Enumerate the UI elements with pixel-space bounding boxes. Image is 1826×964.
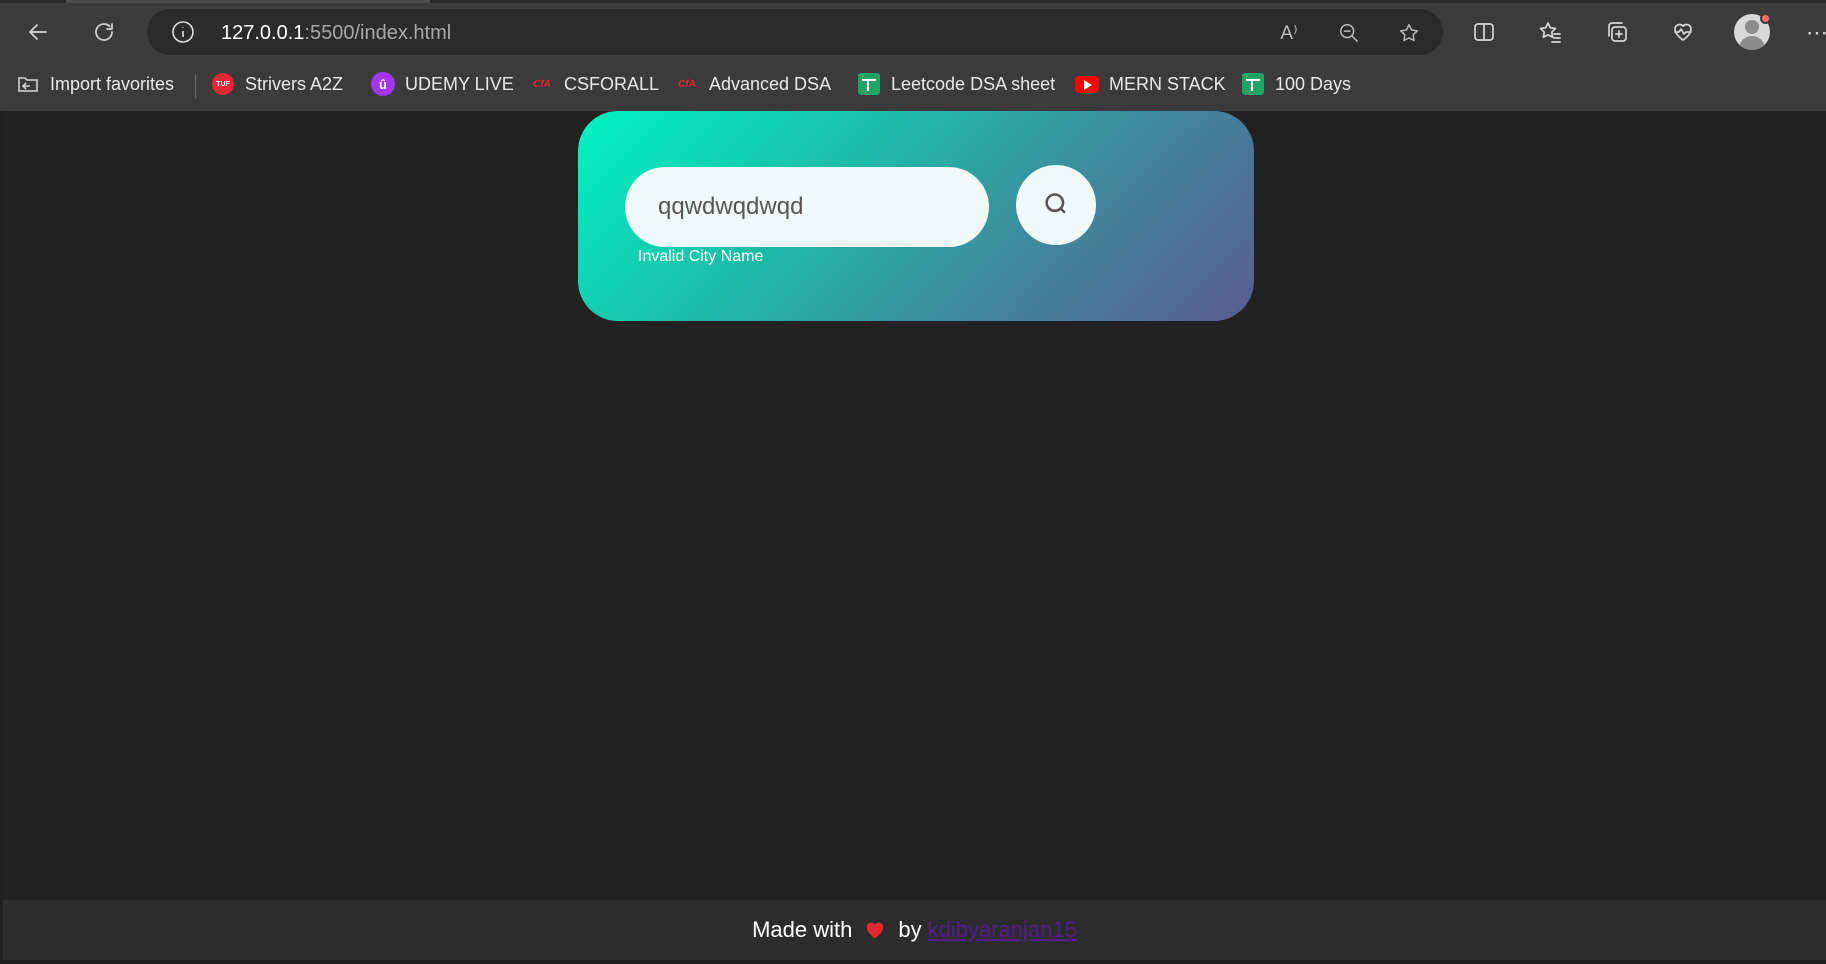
favorite-label: CSFORALL [564, 73, 660, 94]
url-text[interactable]: 127.0.0.1:5500/index.html [221, 22, 451, 45]
avatar-body [1739, 36, 1765, 50]
error-message: Invalid City Name [638, 248, 764, 265]
back-arrow-icon [29, 24, 47, 40]
star-icon [1400, 24, 1418, 42]
favorite-csforall[interactable]: CfA CSFORALL [530, 68, 659, 100]
heart-pulse-icon [1674, 23, 1692, 41]
favorite-strivers[interactable]: TUF Strivers A2Z [211, 68, 343, 100]
site-info-icon[interactable] [171, 20, 195, 44]
author-link[interactable]: kdibyaranjan15 [928, 917, 1077, 943]
google-sheets-icon [857, 72, 881, 96]
browser-essentials-button[interactable] [1663, 12, 1703, 52]
browser-chrome: 127.0.0.1:5500/index.html A⁾ ⋯ Import fa… [0, 0, 1826, 111]
favorite-label: Advanced DSA [709, 73, 832, 94]
favorite-label: Strivers A2Z [245, 73, 344, 94]
search-button[interactable] [1016, 165, 1096, 245]
refresh-button[interactable] [84, 12, 124, 52]
url-path: :5500/index.html [304, 22, 452, 44]
back-button[interactable] [18, 12, 58, 52]
favorite-label: Import favorites [50, 73, 175, 94]
youtube-icon [1075, 72, 1099, 96]
collections-button[interactable] [1597, 12, 1637, 52]
browser-toolbar: 127.0.0.1:5500/index.html A⁾ ⋯ [0, 6, 1826, 58]
address-bar[interactable]: 127.0.0.1:5500/index.html A⁾ [147, 9, 1443, 55]
cfa-icon: CfA [533, 78, 551, 90]
udemy-icon: û [371, 72, 395, 96]
favorite-label: 100 Days [1275, 73, 1352, 94]
heart-icon [867, 922, 884, 939]
favorite-udemy[interactable]: û UDEMY LIVE [371, 68, 514, 100]
favorite-label: MERN STACK [1109, 73, 1226, 94]
active-tab-indicator [66, 0, 430, 3]
import-favorites-icon [16, 72, 40, 96]
zoom-out-icon [1340, 24, 1358, 42]
favorite-advanced-dsa[interactable]: CfA Advanced DSA [675, 68, 831, 100]
favorites-button[interactable] [1530, 12, 1570, 52]
favorites-bar: Import favorites TUF Strivers A2Z û UDEM… [0, 64, 1826, 104]
tuf-icon: TUF [211, 72, 235, 96]
read-aloud-button[interactable]: A⁾ [1272, 16, 1306, 50]
split-screen-icon [1474, 23, 1494, 41]
favorite-import[interactable]: Import favorites [16, 68, 174, 100]
read-aloud-icon: A⁾ [1280, 22, 1298, 44]
favorite-leetcode-sheet[interactable]: Leetcode DSA sheet [857, 68, 1055, 100]
refresh-icon [95, 23, 113, 41]
more-options-icon[interactable]: ⋯ [1806, 20, 1826, 46]
collections-icon [1608, 22, 1627, 42]
tab-strip-edge [0, 0, 1826, 3]
split-screen-button[interactable] [1464, 12, 1504, 52]
url-host: 127.0.0.1 [221, 22, 305, 44]
profile-notification-dot [1760, 13, 1771, 24]
favorite-label: Leetcode DSA sheet [891, 73, 1056, 94]
google-sheets-icon [1241, 72, 1265, 96]
avatar-head [1745, 20, 1759, 34]
page-footer: Made with by kdibyaranjan15 [3, 900, 1826, 960]
favorite-label: UDEMY LIVE [405, 73, 514, 94]
page-viewport: Invalid City Name [3, 111, 1826, 960]
footer-made-with: Made with [752, 917, 853, 942]
favorite-star-button[interactable] [1392, 16, 1426, 50]
cfa-icon: CfA [678, 78, 696, 90]
favorite-100-days[interactable]: 100 Days [1241, 68, 1351, 100]
zoom-out-button[interactable] [1332, 16, 1366, 50]
weather-card: Invalid City Name [578, 111, 1254, 321]
favorites-list-icon [1539, 22, 1561, 43]
search-icon [1045, 193, 1066, 214]
favorite-mern-stack[interactable]: MERN STACK [1075, 68, 1226, 100]
footer-by: by [898, 917, 922, 942]
favorites-separator [195, 74, 196, 98]
city-search-input[interactable] [625, 167, 989, 247]
